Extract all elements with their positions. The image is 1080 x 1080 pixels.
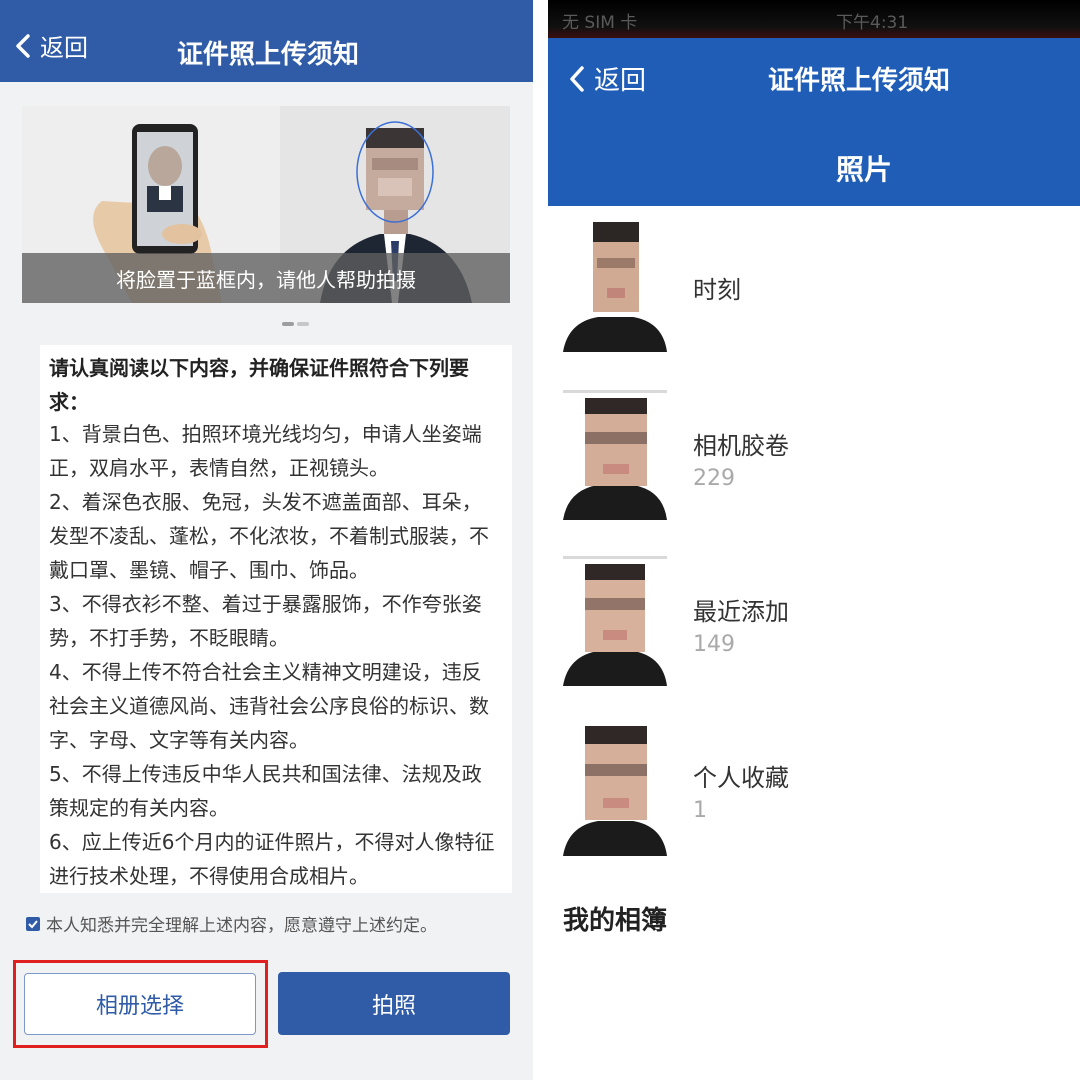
status-time: 下午4:31 bbox=[836, 13, 909, 33]
screenshot-divider bbox=[533, 0, 548, 1080]
back-label: 返回 bbox=[40, 34, 88, 62]
back-label: 返回 bbox=[594, 66, 647, 96]
album-row-moments[interactable]: 时刻 bbox=[548, 222, 1080, 372]
highlight-box bbox=[13, 960, 268, 1048]
notice-heading: 请认真阅读以下内容，并确保证件照符合下列要求： bbox=[49, 356, 469, 414]
album-name: 时刻 bbox=[693, 276, 741, 304]
album-name: 最近添加 bbox=[693, 598, 789, 626]
carousel-dot[interactable] bbox=[282, 322, 294, 326]
chevron-left-icon bbox=[570, 65, 584, 92]
notice-list: 1、背景白色、拍照环境光线均匀，申请人坐姿端正，双肩水平，表情自然，正视镜头。 … bbox=[49, 417, 497, 893]
check-icon bbox=[28, 919, 38, 928]
album-count: 149 bbox=[693, 632, 735, 657]
album-row-recently-added[interactable]: 最近添加 149 bbox=[548, 556, 1080, 706]
back-button[interactable]: 返回 bbox=[568, 60, 646, 97]
photo-albums-screen: 无 SIM 卡 下午4:31 返回 证件照上传须知 照片 时刻 相机胶卷 229… bbox=[548, 0, 1080, 1080]
agreement-checkbox[interactable] bbox=[26, 916, 40, 931]
album-count: 1 bbox=[693, 798, 707, 823]
notice-item: 4、不得上传不符合社会主义精神文明建设，违反社会主义道德风尚、违背社会公序良俗的… bbox=[49, 660, 489, 752]
take-photo-button[interactable]: 拍照 bbox=[278, 972, 510, 1035]
album-name: 个人收藏 bbox=[693, 764, 789, 792]
nav-bar: 返回 证件照上传须知 bbox=[0, 0, 533, 82]
status-bar: 无 SIM 卡 下午4:31 bbox=[548, 0, 1080, 38]
carousel-dot[interactable] bbox=[297, 322, 309, 326]
id-photo-notice-screen: 返回 证件照上传须知 将脸置于蓝框内，请他人帮助拍摄 请认真阅读以下内容，并确保… bbox=[0, 0, 533, 1080]
nav-bar: 返回 证件照上传须知 照片 bbox=[548, 38, 1080, 206]
album-thumbnail bbox=[563, 222, 667, 352]
notice-item: 3、不得衣衫不整、着过于暴露服饰，不作夸张姿势，不打手势，不眨眼睛。 bbox=[49, 592, 482, 650]
page-title: 证件照上传须知 bbox=[768, 66, 951, 96]
back-button[interactable]: 返回 bbox=[14, 28, 88, 63]
page-title: 证件照上传须知 bbox=[177, 40, 360, 70]
my-albums-heading: 我的相簿 bbox=[563, 906, 668, 936]
carrier-text: 无 SIM 卡 bbox=[562, 13, 638, 33]
album-name: 相机胶卷 bbox=[693, 432, 789, 460]
album-row-camera-roll[interactable]: 相机胶卷 229 bbox=[548, 390, 1080, 540]
album-count: 229 bbox=[693, 466, 735, 491]
album-thumbnail bbox=[563, 390, 667, 520]
picker-title: 照片 bbox=[836, 153, 893, 186]
album-thumbnail bbox=[563, 556, 667, 686]
notice-item: 5、不得上传违反中华人民共和国法律、法规及政策规定的有关内容。 bbox=[49, 762, 482, 820]
chevron-left-icon bbox=[16, 33, 30, 58]
album-row-favorites[interactable]: 个人收藏 1 bbox=[548, 726, 1080, 876]
notice-item: 2、着深色衣服、免冠，头发不遮盖面部、耳朵，发型不凌乱、蓬松，不化浓妆，不着制式… bbox=[49, 490, 489, 582]
notice-item: 1、背景白色、拍照环境光线均匀，申请人坐姿端正，双肩水平，表情自然，正视镜头。 bbox=[49, 422, 482, 480]
album-thumbnail bbox=[563, 726, 667, 856]
carousel-caption: 将脸置于蓝框内，请他人帮助拍摄 bbox=[22, 253, 510, 303]
agreement-text: 本人知悉并完全理解上述内容，愿意遵守上述约定。 bbox=[46, 916, 437, 936]
agreement-row[interactable]: 本人知悉并完全理解上述内容，愿意遵守上述约定。 bbox=[26, 911, 437, 936]
notice-item: 6、应上传近6个月内的证件照片，不得对人像特征进行技术处理，不得使用合成相片。 bbox=[49, 830, 495, 888]
notice-panel: 请认真阅读以下内容，并确保证件照符合下列要求： 1、背景白色、拍照环境光线均匀，… bbox=[40, 345, 512, 893]
carousel-indicator bbox=[282, 322, 309, 326]
